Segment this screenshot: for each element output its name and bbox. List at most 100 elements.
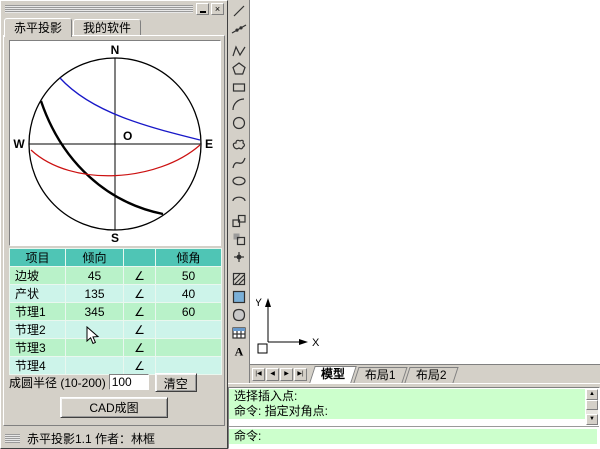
angle-symbol: ∠ [124, 321, 156, 339]
make-block-tool[interactable] [229, 230, 248, 248]
cad-button-row: CAD成图 [4, 397, 224, 418]
region-tool[interactable] [229, 306, 248, 324]
ellipse-tool[interactable] [229, 172, 248, 190]
command-divider[interactable] [229, 426, 599, 427]
scrollbar-thumb[interactable] [586, 400, 598, 410]
clear-button[interactable]: 清空 [155, 373, 197, 392]
item-cell[interactable]: 节理1 [10, 303, 66, 321]
insert-block-icon [231, 213, 247, 229]
minimize-button[interactable] [196, 3, 209, 15]
layout-tab-bar: |◀ ◀ ▶ ▶| 模型 布局1 布局2 [250, 364, 600, 383]
dip-direction-cell[interactable] [66, 321, 124, 339]
dip-cell[interactable] [156, 339, 222, 357]
insert-block-tool[interactable] [229, 212, 248, 230]
dip-direction-cell[interactable]: 45 [66, 267, 124, 285]
dip-direction-cell[interactable]: 135 [66, 285, 124, 303]
construction-line-icon [231, 21, 247, 37]
orientation-table: 项目 倾向 倾角 边坡 45 ∠ 50 产状 135 [9, 248, 222, 375]
hatch-tool[interactable] [229, 270, 248, 288]
resize-grip[interactable] [5, 434, 20, 443]
tab-layout2[interactable]: 布局2 [404, 367, 458, 383]
table-tool[interactable] [229, 324, 248, 342]
table-row[interactable]: 节理3 ∠ [10, 339, 222, 357]
layout-tabs: 模型 布局1 布局2 [312, 366, 457, 383]
line-icon [231, 3, 247, 19]
tab-model[interactable]: 模型 [309, 366, 357, 383]
mtext-tool[interactable]: A [229, 342, 248, 360]
ucs-icon: Y X [256, 294, 326, 356]
drawing-canvas[interactable]: Y X [250, 0, 600, 364]
panel-titlebar[interactable]: × [2, 2, 226, 16]
make-block-icon [231, 231, 247, 247]
tab-content: N S W E O 项目 倾向 倾角 [3, 35, 225, 426]
arc-tool[interactable] [229, 96, 248, 114]
tab-stereographic-projection[interactable]: 赤平投影 [4, 18, 72, 37]
circle-tool[interactable] [229, 114, 248, 132]
radius-row: 成圆半径 (10-200) 清空 [9, 372, 219, 392]
item-cell[interactable]: 节理3 [10, 339, 66, 357]
command-area: 选择插入点: 命令: 指定对角点: ▲ ▼ 命令: [228, 383, 600, 449]
item-cell[interactable]: 边坡 [10, 267, 66, 285]
first-tab-button[interactable]: |◀ [252, 368, 265, 381]
table-header-row: 项目 倾向 倾角 [10, 249, 222, 267]
svg-text:A: A [234, 345, 243, 359]
dip-direction-cell[interactable] [66, 339, 124, 357]
revision-cloud-tool[interactable] [229, 136, 248, 154]
line-tool[interactable] [229, 2, 248, 20]
table-row[interactable]: 产状 135 ∠ 40 [10, 285, 222, 303]
command-input-line[interactable]: 命令: [229, 429, 597, 444]
angle-symbol: ∠ [124, 285, 156, 303]
last-tab-button[interactable]: ▶| [294, 368, 307, 381]
dip-cell[interactable]: 50 [156, 267, 222, 285]
scroll-up-icon[interactable]: ▲ [586, 389, 598, 400]
tab-layout1[interactable]: 布局1 [353, 367, 407, 383]
prev-tab-button[interactable]: ◀ [266, 368, 279, 381]
close-button[interactable]: × [211, 3, 224, 15]
item-cell[interactable]: 节理2 [10, 321, 66, 339]
center-label: O [123, 129, 132, 143]
construction-line-tool[interactable] [229, 20, 248, 38]
ellipse-arc-icon [231, 191, 247, 207]
point-tool[interactable] [229, 248, 248, 266]
ucs-y-label: Y [256, 297, 263, 309]
panel-statusline: 赤平投影1.1 作者：林框 [5, 430, 225, 446]
panel-tabstrip: 赤平投影 我的软件 [4, 18, 224, 36]
spline-icon [231, 155, 247, 171]
cad-plot-button[interactable]: CAD成图 [60, 397, 168, 418]
dip-direction-cell[interactable]: 345 [66, 303, 124, 321]
spline-tool[interactable] [229, 154, 248, 172]
command-history[interactable]: 选择插入点: 命令: 指定对角点: ▲ ▼ [229, 388, 599, 426]
header-dip-direction: 倾向 [66, 249, 124, 267]
tab-my-software[interactable]: 我的软件 [73, 19, 141, 36]
radius-input[interactable] [109, 374, 149, 390]
ellipse-arc-tool[interactable] [229, 190, 248, 208]
slope-arc [41, 101, 163, 214]
polyline-icon [231, 43, 247, 59]
polyline-tool[interactable] [229, 42, 248, 60]
table-row[interactable]: 节理1 345 ∠ 60 [10, 303, 222, 321]
gradient-tool[interactable] [229, 288, 248, 306]
hatch-icon [231, 271, 247, 287]
dip-cell[interactable] [156, 321, 222, 339]
scroll-down-icon[interactable]: ▼ [586, 414, 598, 425]
table-icon [231, 325, 247, 341]
polygon-tool[interactable] [229, 60, 248, 78]
ellipse-icon [231, 173, 247, 189]
command-history-line: 选择插入点: [229, 389, 585, 404]
status-text: 赤平投影1.1 作者：林框 [27, 430, 155, 447]
arc-icon [231, 97, 247, 113]
screen: × 赤平投影 我的软件 N S W E O [0, 0, 600, 449]
table-row[interactable]: 节理2 ∠ [10, 321, 222, 339]
polygon-icon [231, 61, 247, 77]
ucs-x-label: X [312, 337, 320, 349]
region-icon [231, 307, 247, 323]
titlebar-grip[interactable] [5, 5, 193, 13]
rectangle-tool[interactable] [229, 78, 248, 96]
command-scrollbar[interactable]: ▲ ▼ [586, 389, 598, 425]
table-row[interactable]: 边坡 45 ∠ 50 [10, 267, 222, 285]
dip-cell[interactable]: 60 [156, 303, 222, 321]
dip-cell[interactable]: 40 [156, 285, 222, 303]
item-cell[interactable]: 产状 [10, 285, 66, 303]
next-tab-button[interactable]: ▶ [280, 368, 293, 381]
stereonet-panel: × 赤平投影 我的软件 N S W E O [0, 0, 228, 449]
